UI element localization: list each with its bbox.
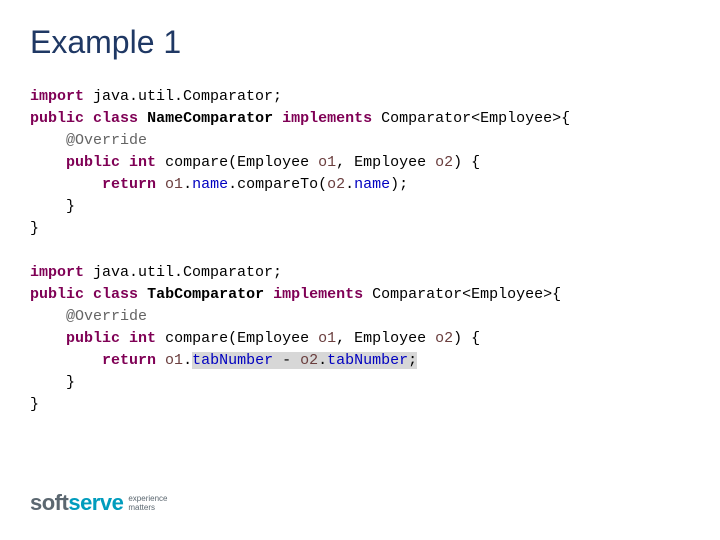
code-text: Comparator<Employee>{ [372,110,570,127]
softserve-logo: softserve experience matters [30,490,167,516]
keyword: import [30,88,84,105]
keyword: class [93,110,138,127]
code-text: ) { [453,154,480,171]
logo-text: softserve [30,490,123,516]
logo-tagline: experience matters [128,494,167,512]
keyword: return [102,352,156,369]
field: tabNumber [327,352,408,369]
argument: o1 [165,352,183,369]
keyword: implements [282,110,372,127]
keyword: implements [273,286,363,303]
logo-soft: soft [30,490,68,515]
field: tabNumber [192,352,273,369]
keyword: import [30,264,84,281]
argument: o2 [435,154,453,171]
tagline-1: experience [128,494,167,503]
code-text: ); [390,176,408,193]
slide-title: Example 1 [30,24,181,61]
code-text: java.util.Comparator; [84,88,282,105]
keyword: public [66,330,120,347]
tagline-2: matters [128,503,167,512]
code-text: .compareTo( [228,176,327,193]
code-text: compare(Employee [156,330,318,347]
argument: o1 [318,154,336,171]
code-text: Comparator<Employee>{ [363,286,561,303]
keyword: class [93,286,138,303]
keyword: int [129,330,156,347]
code-text: } [30,198,75,215]
field: name [354,176,390,193]
logo-serve: serve [68,490,123,515]
code-text: compare(Employee [156,154,318,171]
code-text: ) { [453,330,480,347]
code-block-1: import java.util.Comparator; public clas… [30,86,570,240]
annotation: @Override [30,132,147,149]
argument: o1 [318,330,336,347]
code-text: } [30,374,75,391]
code-text: . [318,352,327,369]
code-text: java.util.Comparator; [84,264,282,281]
argument: o2 [300,352,318,369]
keyword: public [30,110,84,127]
slide: Example 1 import java.util.Comparator; p… [0,0,720,540]
code-block-2: import java.util.Comparator; public clas… [30,262,561,416]
annotation: @Override [30,308,147,325]
code-text: , Employee [336,330,435,347]
argument: o1 [165,176,183,193]
code-text: ; [408,352,417,369]
class-name: TabComparator [147,286,264,303]
keyword: public [66,154,120,171]
keyword: public [30,286,84,303]
keyword: int [129,154,156,171]
argument: o2 [327,176,345,193]
class-name: NameComparator [147,110,273,127]
code-text: } [30,396,39,413]
field: name [192,176,228,193]
code-text: - [273,352,300,369]
code-text: , Employee [336,154,435,171]
code-text: } [30,220,39,237]
keyword: return [102,176,156,193]
argument: o2 [435,330,453,347]
